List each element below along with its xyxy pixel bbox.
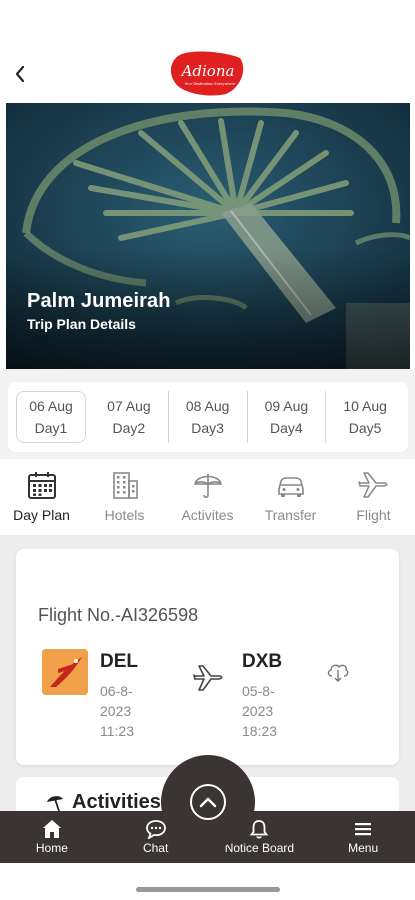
- day-label: Day5: [348, 420, 382, 436]
- day-label: Day1: [34, 420, 68, 436]
- airplane-icon: [192, 663, 226, 698]
- home-icon: [42, 820, 61, 838]
- departure-date: 06-8-: [100, 683, 133, 699]
- tab-label: Activites: [181, 507, 234, 523]
- airline-logo: [42, 649, 88, 695]
- chevron-up-icon: [190, 784, 226, 820]
- departure-datetime: 06-8- 2023 11:23: [100, 681, 160, 741]
- day-selector-section: 06 Aug Day1 07 Aug Day2 08 Aug Day3 09 A…: [0, 369, 415, 459]
- tab-activities[interactable]: Activites: [166, 459, 249, 535]
- destination-title: Palm Jumeirah: [27, 290, 171, 312]
- category-tabs: Day Plan Hotels Activites Transfer Fligh…: [0, 459, 415, 535]
- day-tab-3[interactable]: 08 Aug Day3: [169, 391, 248, 443]
- svg-text:Adiona: Adiona: [180, 62, 235, 80]
- day-date: 07 Aug: [107, 398, 151, 414]
- chevron-left-icon: [15, 65, 25, 83]
- car-icon: [275, 467, 307, 503]
- day-label: Day2: [112, 420, 146, 436]
- hamburger-menu-icon: [355, 823, 372, 836]
- arrival-time: 18:23: [242, 723, 278, 739]
- cloud-download-icon[interactable]: [326, 661, 350, 688]
- chat-icon: [145, 820, 166, 839]
- destination-subtitle: Trip Plan Details: [27, 316, 136, 332]
- departure-time: 11:23: [100, 723, 134, 739]
- system-home-area: [0, 863, 415, 900]
- arrival-date: 05-8-: [242, 683, 275, 699]
- day-date: 10 Aug: [343, 398, 387, 414]
- tab-label: Flight: [356, 507, 391, 523]
- building-icon: [109, 467, 141, 503]
- nav-label: Notice Board: [224, 841, 295, 855]
- brand-logo: Adiona Your Destination Everywhere: [170, 50, 246, 96]
- svg-text:Your Destination Everywhere: Your Destination Everywhere: [185, 82, 235, 86]
- back-button[interactable]: [8, 60, 32, 88]
- day-date: 09 Aug: [264, 398, 309, 414]
- day-tab-2[interactable]: 07 Aug Day2: [90, 391, 169, 443]
- day-date: 06 Aug: [29, 398, 73, 414]
- tab-flight[interactable]: Flight: [332, 459, 415, 535]
- day-tab-4[interactable]: 09 Aug Day4: [248, 391, 327, 443]
- app-header: Adiona Your Destination Everywhere: [0, 0, 415, 100]
- day-selector: 06 Aug Day1 07 Aug Day2 08 Aug Day3 09 A…: [8, 382, 408, 452]
- day-tab-1[interactable]: 06 Aug Day1: [16, 391, 86, 443]
- tab-label: Hotels: [104, 507, 145, 523]
- arrival-datetime: 05-8- 2023 18:23: [242, 681, 302, 741]
- nav-label: Chat: [142, 841, 169, 855]
- day-tab-5[interactable]: 10 Aug Day5: [326, 391, 404, 443]
- arrival-year: 2023: [242, 703, 274, 719]
- flight-number: Flight No.-AI326598: [38, 605, 199, 625]
- tab-transfer[interactable]: Transfer: [249, 459, 332, 535]
- bell-icon: [250, 820, 269, 839]
- airplane-icon: [357, 467, 391, 503]
- nav-label: Menu: [348, 841, 379, 855]
- tab-label: Transfer: [264, 507, 317, 523]
- departure-year: 2023: [100, 703, 132, 719]
- tab-hotels[interactable]: Hotels: [83, 459, 166, 535]
- umbrella-icon: [192, 467, 224, 503]
- tab-day-plan[interactable]: Day Plan: [0, 459, 83, 535]
- scroll-up-button[interactable]: [161, 755, 255, 849]
- nav-label: Home: [35, 841, 68, 855]
- activities-title: Activities: [72, 791, 161, 811]
- flight-card[interactable]: Flight No.-AI326598 DEL 06-8- 2023 11:23…: [16, 549, 399, 765]
- tab-label: Day Plan: [13, 507, 70, 523]
- home-indicator[interactable]: [136, 887, 280, 892]
- day-label: Day4: [270, 420, 303, 436]
- nav-menu[interactable]: Menu: [318, 811, 408, 863]
- nav-home[interactable]: Home: [7, 811, 97, 863]
- day-label: Day3: [191, 420, 224, 436]
- beach-umbrella-icon: [44, 793, 66, 811]
- calendar-icon: [26, 467, 58, 503]
- departure-airport-code: DEL: [100, 651, 138, 672]
- day-date: 08 Aug: [185, 398, 230, 414]
- arrival-airport-code: DXB: [242, 651, 283, 672]
